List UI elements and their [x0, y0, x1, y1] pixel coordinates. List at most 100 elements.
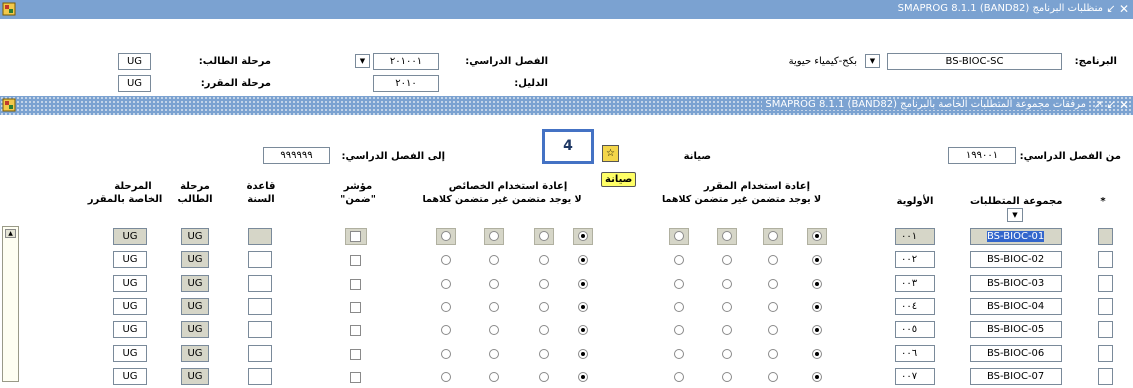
- table-row[interactable]: BS-BIOC-07 ٠٠٧ UG UG: [0, 368, 1133, 388]
- attribute-reuse-radio[interactable]: [578, 231, 588, 241]
- priority-cell[interactable]: ٠٠١: [895, 228, 935, 245]
- attribute-reuse-radio[interactable]: [489, 372, 499, 382]
- maintenance-help-icon[interactable]: ☆: [602, 145, 619, 162]
- course-reuse-radio[interactable]: [812, 349, 822, 359]
- attribute-reuse-radio[interactable]: [441, 231, 451, 241]
- attribute-reuse-radio[interactable]: [578, 325, 588, 335]
- in-indicator-checkbox[interactable]: [350, 279, 361, 290]
- in-indicator-cell[interactable]: [345, 228, 367, 245]
- priority-cell[interactable]: ٠٠٥: [895, 321, 935, 338]
- course-reuse-radio[interactable]: [674, 349, 684, 359]
- in-indicator-checkbox[interactable]: [350, 372, 361, 383]
- in-indicator-checkbox[interactable]: [350, 325, 361, 336]
- catalog-field[interactable]: ٢٠١٠: [373, 75, 439, 92]
- attribute-reuse-radio[interactable]: [539, 372, 549, 382]
- attribute-reuse-radio[interactable]: [489, 302, 499, 312]
- requirement-group-cell[interactable]: BS-BIOC-01: [970, 228, 1062, 245]
- attribute-reuse-radio[interactable]: [489, 231, 499, 241]
- requirement-group-cell[interactable]: BS-BIOC-07: [970, 368, 1062, 385]
- priority-cell[interactable]: ٠٠٦: [895, 345, 935, 362]
- attribute-reuse-radio[interactable]: [578, 372, 588, 382]
- requirement-group-cell[interactable]: BS-BIOC-06: [970, 345, 1062, 362]
- table-row[interactable]: BS-BIOC-03 ٠٠٣ UG UG: [0, 275, 1133, 295]
- course-reuse-radio[interactable]: [674, 231, 684, 241]
- course-reuse-radio-cell[interactable]: [669, 228, 689, 245]
- attribute-reuse-radio[interactable]: [539, 349, 549, 359]
- attribute-reuse-radio-cell[interactable]: [534, 228, 554, 245]
- attribute-reuse-radio-cell[interactable]: [484, 228, 504, 245]
- year-rule-cell[interactable]: [248, 298, 272, 315]
- row-selector[interactable]: [1098, 228, 1113, 245]
- course-reuse-radio[interactable]: [722, 349, 732, 359]
- attribute-reuse-radio[interactable]: [441, 302, 451, 312]
- course-reuse-radio-cell[interactable]: [717, 228, 737, 245]
- student-level-cell[interactable]: UG: [181, 298, 209, 315]
- course-reuse-radio[interactable]: [722, 302, 732, 312]
- in-indicator-checkbox[interactable]: [350, 255, 361, 266]
- table-row[interactable]: BS-BIOC-01 ٠٠١ UG UG: [0, 228, 1133, 248]
- course-level-cell[interactable]: UG: [113, 368, 147, 385]
- student-level-cell[interactable]: UG: [181, 251, 209, 268]
- attribute-reuse-radio[interactable]: [441, 325, 451, 335]
- requirement-group-cell[interactable]: BS-BIOC-05: [970, 321, 1062, 338]
- year-rule-cell[interactable]: [248, 275, 272, 292]
- requirement-group-cell[interactable]: BS-BIOC-04: [970, 298, 1062, 315]
- to-term-field[interactable]: ٩٩٩٩٩٩: [263, 147, 330, 164]
- attribute-reuse-radio[interactable]: [489, 279, 499, 289]
- course-level-field[interactable]: UG: [118, 75, 151, 92]
- attribute-reuse-radio[interactable]: [539, 302, 549, 312]
- course-level-cell[interactable]: UG: [113, 275, 147, 292]
- attribute-reuse-radio[interactable]: [578, 302, 588, 312]
- maintenance-button[interactable]: صيانة: [601, 172, 637, 187]
- course-reuse-radio[interactable]: [674, 279, 684, 289]
- minimize-icon[interactable]: ↙: [1105, 98, 1117, 112]
- row-selector[interactable]: [1098, 368, 1113, 385]
- attribute-reuse-radio-cell[interactable]: [436, 228, 456, 245]
- course-reuse-radio[interactable]: [768, 372, 778, 382]
- table-row[interactable]: BS-BIOC-06 ٠٠٦ UG UG: [0, 345, 1133, 365]
- course-reuse-radio[interactable]: [768, 349, 778, 359]
- year-rule-cell[interactable]: [248, 345, 272, 362]
- course-reuse-radio[interactable]: [768, 325, 778, 335]
- sub-window-titlebar[interactable]: مرفقات مجموعة المتطلبات الخاصة بالبرنامج…: [0, 96, 1133, 115]
- course-reuse-radio-cell[interactable]: [763, 228, 783, 245]
- program-dropdown-button[interactable]: ▼: [865, 54, 880, 68]
- from-term-field[interactable]: ١٩٩٠٠١: [948, 147, 1016, 164]
- course-reuse-radio[interactable]: [674, 302, 684, 312]
- attribute-reuse-radio[interactable]: [489, 325, 499, 335]
- attribute-reuse-radio[interactable]: [441, 349, 451, 359]
- row-selector[interactable]: [1098, 251, 1113, 268]
- attribute-reuse-radio[interactable]: [578, 255, 588, 265]
- course-reuse-radio[interactable]: [722, 255, 732, 265]
- course-reuse-radio[interactable]: [674, 325, 684, 335]
- attribute-reuse-radio[interactable]: [441, 255, 451, 265]
- attribute-reuse-radio[interactable]: [489, 349, 499, 359]
- student-level-field[interactable]: UG: [118, 53, 151, 70]
- course-level-cell[interactable]: UG: [113, 228, 147, 245]
- priority-cell[interactable]: ٠٠٢: [895, 251, 935, 268]
- course-reuse-radio[interactable]: [768, 255, 778, 265]
- in-indicator-checkbox[interactable]: [350, 349, 361, 360]
- priority-cell[interactable]: ٠٠٤: [895, 298, 935, 315]
- course-reuse-radio[interactable]: [812, 302, 822, 312]
- main-window-titlebar[interactable]: منظلبات البرنامج SMAPROG 8.1.1 (BAND82) …: [0, 0, 1133, 19]
- priority-cell[interactable]: ٠٠٣: [895, 275, 935, 292]
- course-reuse-radio[interactable]: [812, 255, 822, 265]
- course-reuse-radio[interactable]: [812, 372, 822, 382]
- close-icon[interactable]: ✕: [1118, 98, 1130, 112]
- student-level-cell[interactable]: UG: [181, 321, 209, 338]
- student-level-cell[interactable]: UG: [181, 368, 209, 385]
- row-selector[interactable]: [1098, 275, 1113, 292]
- student-level-cell[interactable]: UG: [181, 275, 209, 292]
- year-rule-cell[interactable]: [248, 228, 272, 245]
- requirement-group-cell[interactable]: BS-BIOC-02: [970, 251, 1062, 268]
- course-reuse-radio-cell[interactable]: [807, 228, 827, 245]
- close-icon[interactable]: ✕: [1118, 2, 1130, 16]
- course-level-cell[interactable]: UG: [113, 251, 147, 268]
- attribute-reuse-radio[interactable]: [539, 255, 549, 265]
- minimize-icon[interactable]: ↙: [1105, 2, 1117, 16]
- priority-cell[interactable]: ٠٠٧: [895, 368, 935, 385]
- table-row[interactable]: BS-BIOC-05 ٠٠٥ UG UG: [0, 321, 1133, 341]
- student-level-cell[interactable]: UG: [181, 345, 209, 362]
- course-reuse-radio[interactable]: [812, 231, 822, 241]
